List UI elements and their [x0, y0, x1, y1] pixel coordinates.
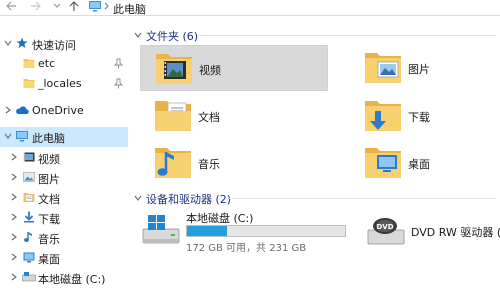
computer-icon: [16, 131, 28, 142]
desktop-icon: [23, 252, 35, 263]
nav-item-label: 快速访问: [32, 39, 76, 52]
folder-tile-label: 图片: [408, 63, 430, 76]
chevron-down-icon[interactable]: [4, 39, 12, 47]
nav-item-videos[interactable]: 视频: [0, 148, 128, 168]
nav-item-label: etc: [38, 57, 56, 70]
music-icon: [24, 232, 32, 242]
breadcrumb-separator-icon[interactable]: [103, 0, 111, 12]
group-divider: [228, 198, 496, 199]
chevron-down-icon[interactable]: [4, 132, 12, 140]
nav-item-local-disk-c[interactable]: 本地磁盘 (C:): [0, 268, 128, 288]
chevron-right-icon[interactable]: [4, 106, 12, 114]
desktop-folder-icon: [365, 148, 401, 178]
address-row: 此电脑: [0, 0, 500, 16]
nav-item-label: 图片: [38, 173, 60, 186]
folder-tile-desktop[interactable]: 桌面: [350, 140, 500, 186]
nav-item-desktop[interactable]: 桌面: [0, 248, 128, 268]
up-arrow-icon[interactable]: [68, 0, 80, 12]
nav-item-documents[interactable]: 文档: [0, 188, 128, 208]
group-title: 文件夹 (6): [146, 30, 199, 43]
chevron-right-icon[interactable]: [10, 173, 18, 181]
chevron-right-icon[interactable]: [10, 193, 18, 201]
back-arrow-icon[interactable]: [4, 0, 18, 12]
pin-icon[interactable]: [114, 58, 123, 69]
nav-item-label: 下载: [38, 213, 60, 226]
nav-item-label: 音乐: [38, 233, 60, 246]
star-icon: [16, 37, 28, 48]
nav-item-label: 视频: [38, 153, 60, 166]
drive-space-text: 172 GB 可用，共 231 GB: [186, 243, 307, 254]
nav-item-label: _locales: [38, 77, 82, 90]
music-folder-icon: [155, 148, 191, 178]
group-title: 设备和驱动器 (2): [146, 193, 232, 206]
nav-item-pictures[interactable]: 图片: [0, 168, 128, 188]
folder-tile-videos[interactable]: 视频: [140, 45, 328, 91]
group-divider: [198, 35, 496, 36]
nav-item-onedrive[interactable]: OneDrive: [0, 101, 128, 121]
nav-item-this-pc[interactable]: 此电脑: [0, 127, 128, 147]
hard-drive-icon: [22, 272, 36, 282]
folders-group-header[interactable]: 文件夹 (6): [128, 27, 500, 43]
chevron-right-icon[interactable]: [10, 273, 18, 281]
chevron-right-icon[interactable]: [10, 153, 18, 161]
videos-icon: [23, 152, 35, 162]
drive-tile-local-disk-c[interactable]: 本地磁盘 (C:) 172 GB 可用，共 231 GB: [128, 210, 350, 254]
hard-drive-icon: [142, 215, 180, 244]
folder-tile-label: 桌面: [408, 158, 430, 171]
content-pane: 文件夹 (6) 视频 图片 文档 下载 音乐 桌面 设备和驱动器 (2) 本地磁…: [128, 16, 500, 291]
nav-item-label: 桌面: [38, 253, 60, 266]
drive-usage-fill: [187, 226, 228, 236]
recent-locations-chevron-icon[interactable]: [52, 0, 62, 12]
folder-tile-music[interactable]: 音乐: [140, 140, 328, 186]
pictures-folder-icon: [365, 53, 401, 83]
documents-icon: [23, 193, 35, 202]
chevron-right-icon[interactable]: [10, 213, 18, 221]
folder-tile-label: 视频: [199, 64, 221, 77]
pin-icon[interactable]: [114, 78, 123, 89]
drive-label: 本地磁盘 (C:): [186, 212, 254, 225]
chevron-down-icon[interactable]: [134, 194, 142, 202]
downloads-icon: [24, 211, 34, 223]
folder-tile-label: 音乐: [198, 158, 220, 171]
svg-text:DVD: DVD: [376, 223, 393, 231]
forward-arrow-icon[interactable]: [29, 0, 43, 12]
nav-item-label: OneDrive: [32, 104, 84, 117]
documents-folder-icon: [155, 101, 191, 131]
folder-tile-pictures[interactable]: 图片: [350, 45, 500, 91]
folder-icon: [23, 59, 35, 68]
devices-group-header[interactable]: 设备和驱动器 (2): [128, 190, 500, 206]
folder-tile-label: 下载: [408, 111, 430, 124]
computer-icon: [89, 1, 101, 12]
chevron-down-icon[interactable]: [134, 31, 142, 39]
videos-folder-icon: [156, 54, 192, 84]
chevron-right-icon[interactable]: [10, 233, 18, 241]
nav-item-etc[interactable]: etc: [0, 54, 128, 74]
nav-item-downloads[interactable]: 下载: [0, 208, 128, 228]
chevron-right-icon[interactable]: [10, 253, 18, 261]
pictures-icon: [23, 172, 35, 182]
nav-item-label: 此电脑: [32, 132, 65, 145]
drive-tile-dvd-e[interactable]: DVD DVD RW 驱动器 (E:): [353, 210, 500, 254]
folder-tile-label: 文档: [198, 111, 220, 124]
nav-item-music[interactable]: 音乐: [0, 228, 128, 248]
nav-item-quick-access[interactable]: 快速访问: [0, 34, 128, 54]
folder-tile-downloads[interactable]: 下载: [350, 93, 500, 139]
nav-item-label: 文档: [38, 193, 60, 206]
folder-icon: [23, 79, 35, 88]
nav-item-locales[interactable]: _locales: [0, 74, 128, 94]
dvd-drive-icon: DVD: [367, 218, 405, 245]
folder-tile-documents[interactable]: 文档: [140, 93, 328, 139]
navigation-pane: 快速访问 etc _locales OneDrive 此电脑 视频 图片 文档: [0, 16, 128, 291]
nav-item-label: 本地磁盘 (C:): [38, 273, 106, 286]
drive-usage-bar: [186, 225, 346, 237]
downloads-folder-icon: [365, 101, 401, 131]
drive-label: DVD RW 驱动器 (E:): [411, 226, 500, 239]
onedrive-icon: [16, 106, 29, 114]
